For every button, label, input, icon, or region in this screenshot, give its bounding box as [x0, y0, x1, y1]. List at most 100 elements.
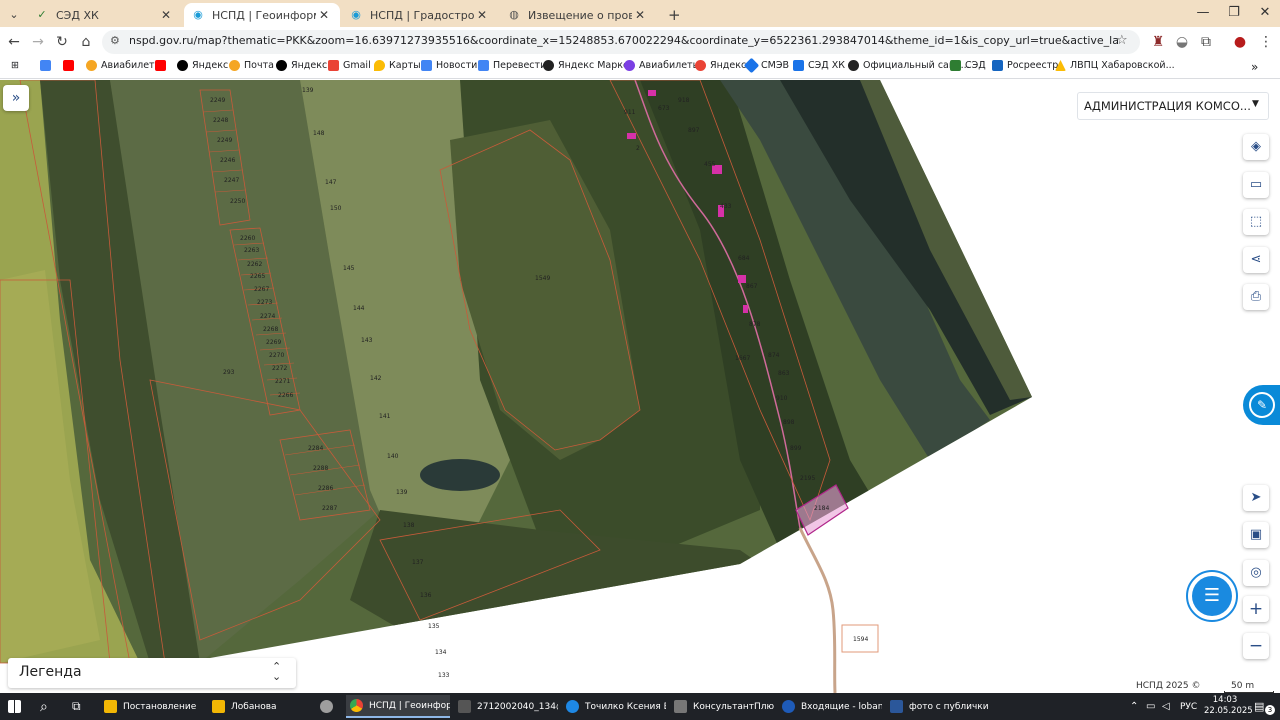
- geolocation-button[interactable]: ◎: [1243, 560, 1269, 586]
- tab-search-button[interactable]: ⌄: [0, 3, 28, 27]
- select-area-button[interactable]: ⬚: [1243, 209, 1269, 235]
- bookmark-aviabilety[interactable]: Авиабилеты: [624, 60, 700, 71]
- expand-sidebar-button[interactable]: »: [3, 85, 29, 111]
- market-icon: [543, 60, 554, 71]
- more-bookmarks-icon[interactable]: »: [1251, 60, 1258, 74]
- plot-label: 147: [325, 179, 337, 186]
- chat-button[interactable]: ☰: [1192, 576, 1232, 616]
- bookmark-market[interactable]: Яндекс Маркет: [543, 60, 634, 71]
- plot-label: 867: [746, 283, 758, 290]
- clock[interactable]: 14:03 22.05.2025: [1204, 695, 1253, 717]
- plot-label: 911: [624, 109, 636, 116]
- minimize-button[interactable]: —: [1188, 3, 1218, 23]
- bookmark-item[interactable]: [63, 60, 78, 71]
- zoom-in-button[interactable]: +: [1243, 596, 1269, 622]
- extension-hat-icon[interactable]: ◒: [1172, 32, 1192, 52]
- plot-label: 2184: [814, 505, 829, 512]
- map-pin-icon: [374, 60, 385, 71]
- task-view-button[interactable]: ⧉: [68, 695, 92, 718]
- plot-label: 139: [302, 87, 314, 94]
- bookmark-item[interactable]: [155, 60, 170, 71]
- assistant-button[interactable]: ✎: [1243, 385, 1280, 425]
- back-button[interactable]: ←: [4, 32, 24, 52]
- ruler-button[interactable]: ▭: [1243, 172, 1269, 198]
- address-bar[interactable]: ⚙ nspd.gov.ru/map?thematic=PKK&zoom=16.6…: [102, 30, 1140, 54]
- site-info-icon[interactable]: ⚙: [110, 34, 120, 47]
- menu-kebab-icon[interactable]: ⋮: [1256, 32, 1276, 52]
- bookmark-lvpc[interactable]: ЛВПЦ Хабаровской...: [1055, 60, 1175, 71]
- close-icon[interactable]: ✕: [158, 8, 174, 22]
- network-icon[interactable]: ▭: [1146, 695, 1160, 718]
- restore-button[interactable]: ❐: [1219, 3, 1249, 23]
- notifications-button[interactable]: ▤ 3: [1250, 695, 1276, 718]
- bookmark-smev[interactable]: СМЭВ: [743, 57, 789, 74]
- map-viewport[interactable]: 2249 2248 2249 2246 2247 2250 2260 2263 …: [0, 80, 1280, 693]
- bookmark-yandex[interactable]: Яндекс: [695, 60, 746, 71]
- taskbar-item-tochilko[interactable]: Точилко Ксения В...: [562, 695, 666, 718]
- tray-overflow-icon[interactable]: ⌃: [1130, 695, 1144, 718]
- zoom-out-button[interactable]: −: [1243, 633, 1269, 659]
- terminal-icon: [458, 700, 471, 713]
- bookmark-pochta[interactable]: Почта: [229, 60, 274, 71]
- close-icon[interactable]: ✕: [474, 8, 490, 22]
- print-button[interactable]: ⎙: [1243, 284, 1269, 310]
- extension-icon[interactable]: ♜: [1148, 32, 1168, 52]
- profile-avatar[interactable]: ●: [1230, 32, 1250, 52]
- map-canvas[interactable]: 2249 2248 2249 2246 2247 2250 2260 2263 …: [0, 80, 1280, 693]
- legend-panel[interactable]: Легенда ⌃ ⌄: [8, 658, 296, 688]
- bookmark-yandex[interactable]: Яндекс: [177, 60, 228, 71]
- taskbar-item-lobanova[interactable]: Лобанова: [208, 695, 312, 718]
- plot-label: 2249: [210, 97, 225, 104]
- bookmark-novosti[interactable]: Новости: [421, 60, 477, 71]
- locate-button[interactable]: ➤: [1243, 485, 1269, 511]
- tab-nspd-geo[interactable]: ◉ НСПД | Геоинформационный ✕: [184, 3, 340, 27]
- taskbar-item-terminal[interactable]: 2712002040_134@г...: [454, 695, 558, 718]
- news-icon: [421, 60, 432, 71]
- bookmark-perevesti[interactable]: Перевести: [478, 60, 546, 71]
- language-indicator[interactable]: РУС: [1180, 695, 1204, 718]
- minimap-button[interactable]: ▣: [1243, 522, 1269, 548]
- taskbar-label: Точилко Ксения В...: [585, 701, 666, 712]
- share-button[interactable]: ⋖: [1243, 247, 1269, 273]
- taskbar-label: Лобанова: [231, 701, 277, 712]
- forward-button[interactable]: →: [28, 32, 48, 52]
- close-icon[interactable]: ✕: [632, 8, 648, 22]
- home-button[interactable]: ⌂: [76, 32, 96, 52]
- bookmark-rosreestr[interactable]: Росреестр: [992, 60, 1058, 71]
- close-window-button[interactable]: ✕: [1250, 3, 1280, 23]
- bookmark-yandex[interactable]: Яндекс: [276, 60, 327, 71]
- taskbar-item-inbox[interactable]: Входящие - loban...: [778, 695, 882, 718]
- plot-label: 2268: [263, 326, 278, 333]
- bookmark-karty[interactable]: Карты: [374, 60, 421, 71]
- taskbar-item-consultant[interactable]: КонсультантПлюс...: [670, 695, 774, 718]
- star-icon[interactable]: ☆: [1116, 33, 1128, 48]
- org-select[interactable]: АДМИНИСТРАЦИЯ КОМСО... ▼: [1077, 92, 1269, 120]
- bookmark-item[interactable]: [40, 60, 55, 71]
- bookmark-aviabilety[interactable]: Авиабилеты: [86, 60, 162, 71]
- reload-button[interactable]: ↻: [52, 32, 72, 52]
- start-button[interactable]: [4, 695, 28, 718]
- taskbar-item-postanovlenie[interactable]: Постановление: [100, 695, 204, 718]
- browser-toolbar: ← → ↻ ⌂ ⚙ nspd.gov.ru/map?thematic=PKK&z…: [0, 27, 1280, 57]
- plot-label: 293: [223, 369, 235, 376]
- tab-sed[interactable]: ✓ СЭД ХК ✕: [28, 3, 182, 27]
- tab-izveshchenie[interactable]: ◍ Извещение о проведении аук ✕: [500, 3, 656, 27]
- bookmark-sed-hk[interactable]: СЭД ХК: [793, 60, 845, 71]
- taskbar-item-chrome[interactable]: НСПД | Геоинфор...: [346, 695, 450, 718]
- tab-nspd-grad[interactable]: ◉ НСПД | Градостроительная пр ✕: [342, 3, 498, 27]
- taskbar-item-word[interactable]: фото с публички -...: [886, 695, 990, 718]
- search-button[interactable]: ⌕: [36, 695, 60, 718]
- volume-icon[interactable]: ◁: [1162, 695, 1176, 718]
- bookmark-gmail[interactable]: Gmail: [328, 60, 371, 71]
- layers-button[interactable]: ◈: [1243, 134, 1269, 160]
- bookmark-sed[interactable]: СЭД: [950, 60, 986, 71]
- apps-grid-icon[interactable]: ⊞: [11, 60, 19, 71]
- bookmark-label: СМЭВ: [761, 60, 789, 71]
- close-icon[interactable]: ✕: [316, 8, 332, 22]
- plot-label: 142: [370, 375, 382, 382]
- plot-label: 910: [776, 395, 788, 402]
- taskbar-item-app[interactable]: [316, 695, 344, 718]
- extensions-puzzle-icon[interactable]: ⧉: [1196, 32, 1216, 52]
- new-tab-button[interactable]: +: [660, 3, 682, 27]
- plot-label: 138: [403, 522, 415, 529]
